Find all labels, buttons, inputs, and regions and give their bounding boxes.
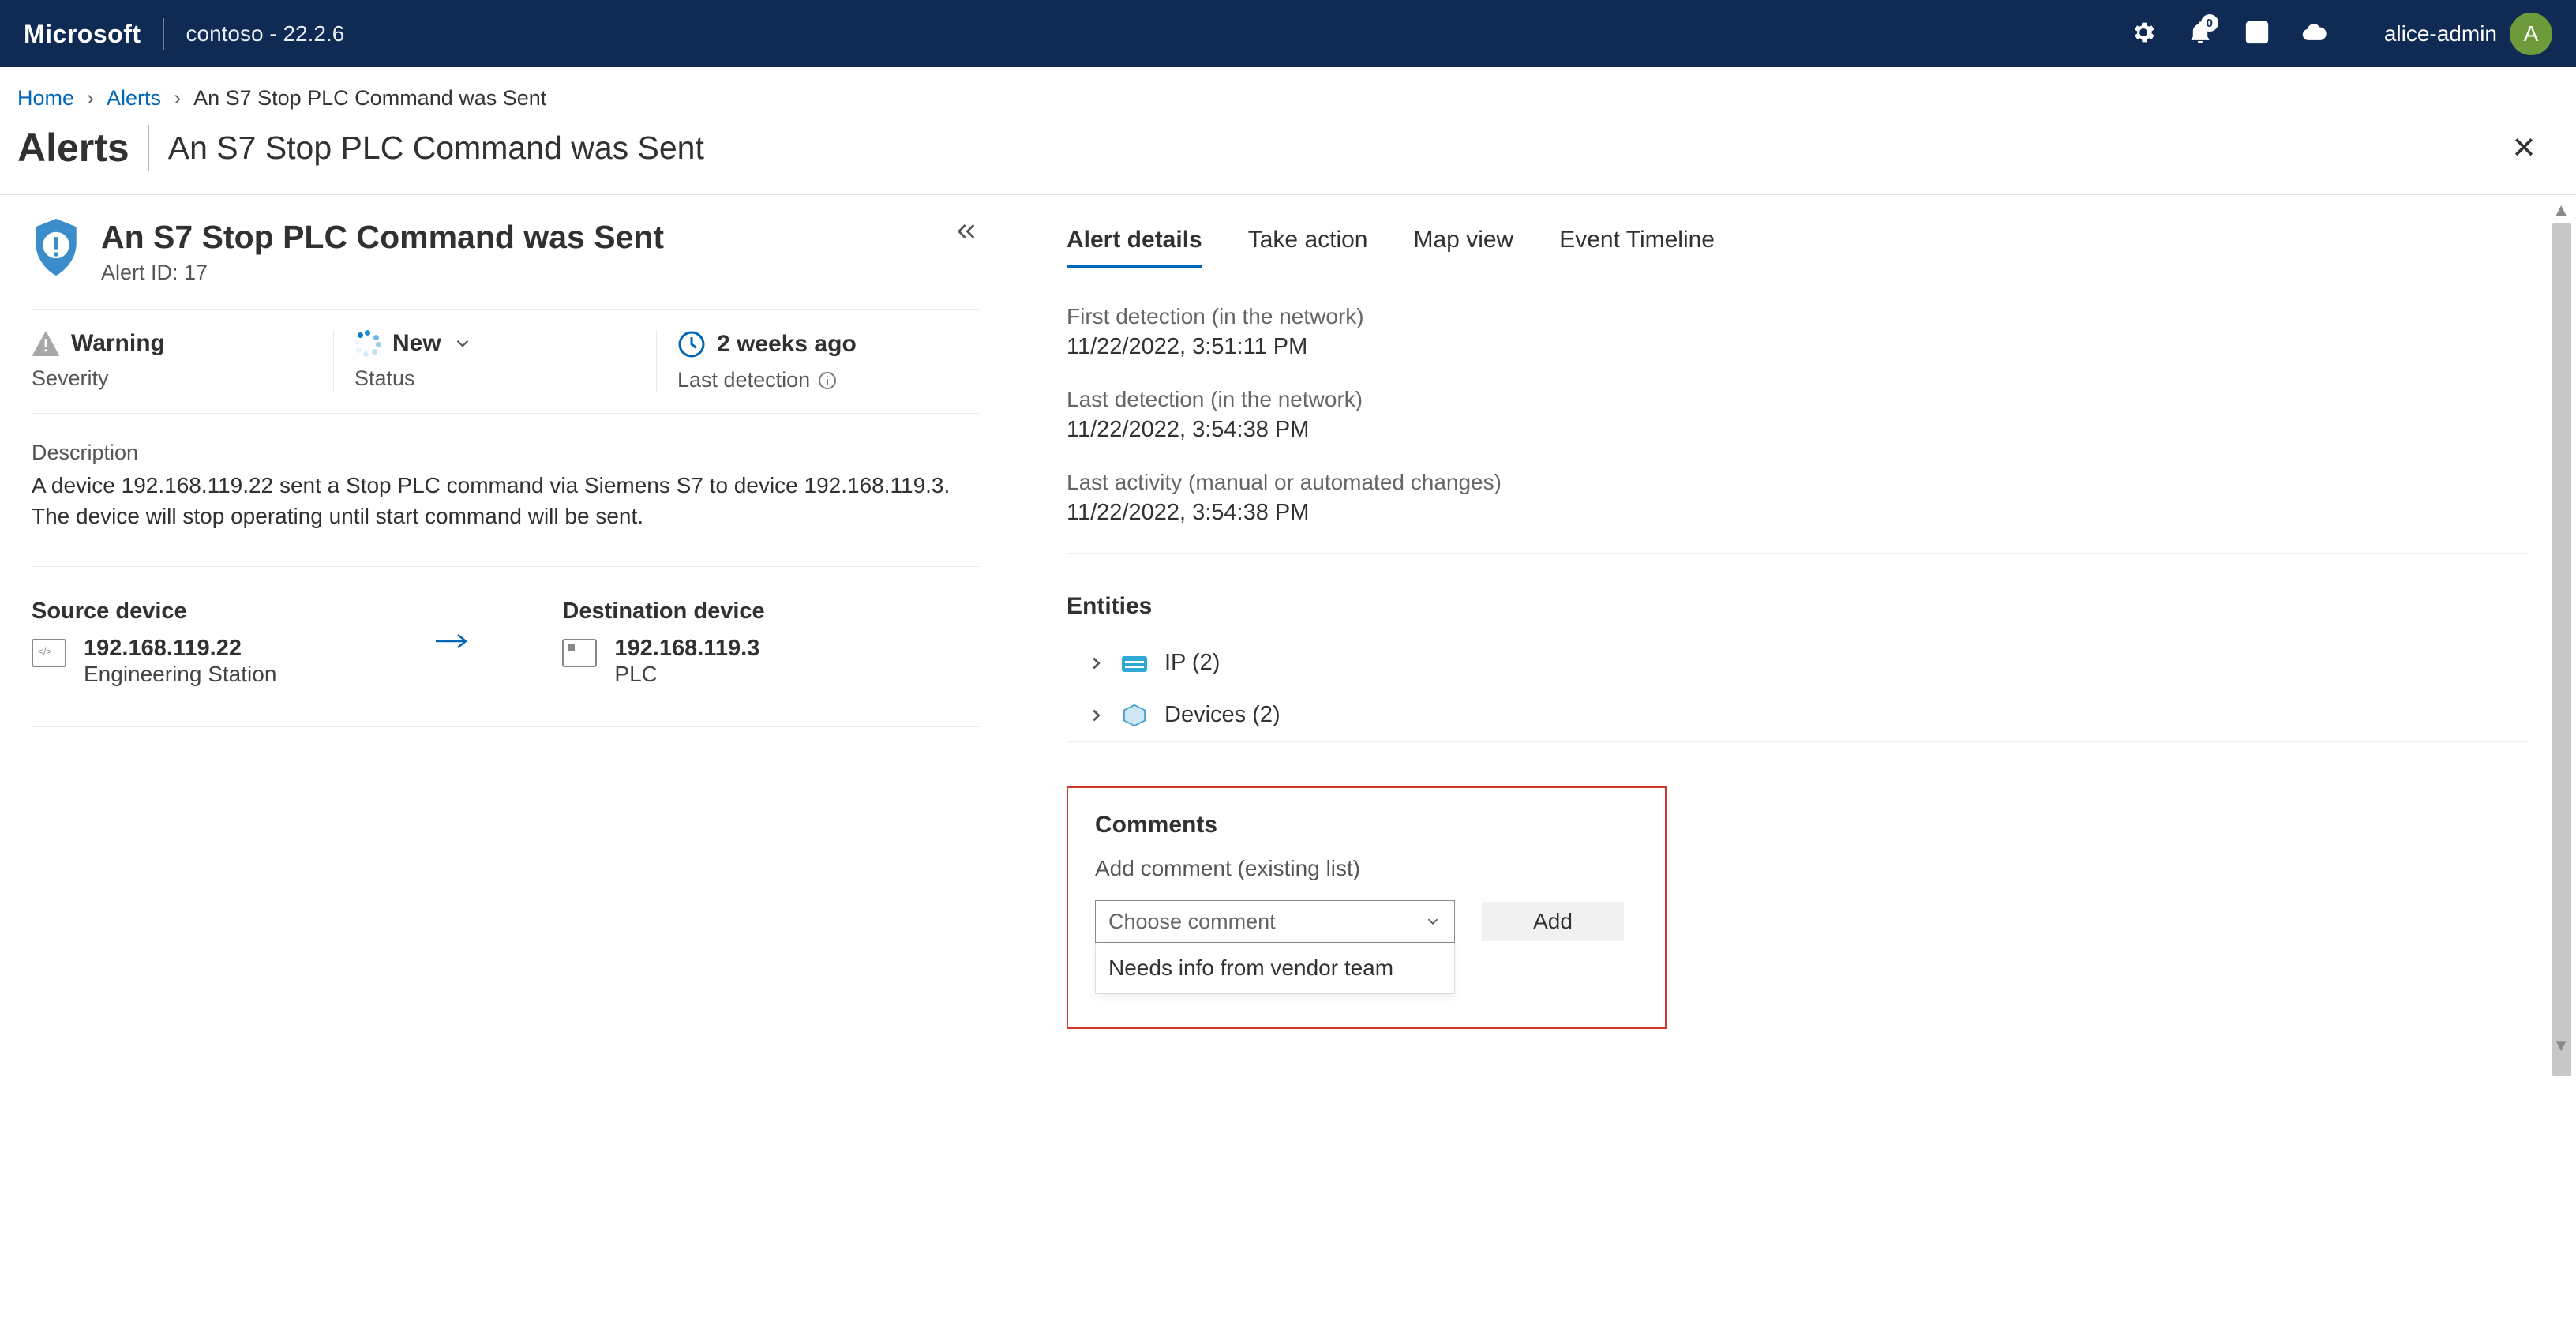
page-title: Alerts bbox=[17, 125, 149, 171]
chevron-right-icon bbox=[1087, 655, 1104, 672]
add-comment-label: Add comment (existing list) bbox=[1095, 856, 1638, 881]
chevron-down-icon bbox=[1424, 913, 1442, 930]
breadcrumb-home[interactable]: Home bbox=[17, 86, 74, 111]
page-subtitle: An S7 Stop PLC Command was Sent bbox=[168, 129, 704, 167]
status-label: Status bbox=[354, 366, 636, 391]
first-detection-label: First detection (in the network) bbox=[1067, 304, 2529, 329]
collapse-left-icon[interactable] bbox=[954, 219, 979, 246]
comment-option[interactable]: Needs info from vendor team bbox=[1095, 943, 1455, 994]
first-detection-value: 11/22/2022, 3:51:11 PM bbox=[1067, 334, 2529, 360]
plc-icon bbox=[562, 639, 597, 667]
last-detection-label: Last detection (in the network) bbox=[1067, 387, 2529, 412]
right-pane: ▲ ▼ Alert details Take action Map view E… bbox=[1011, 195, 2576, 1060]
last-detection-value: 2 weeks ago bbox=[717, 331, 857, 358]
tab-alert-details[interactable]: Alert details bbox=[1067, 227, 1202, 268]
entity-ip-row[interactable]: IP (2) bbox=[1067, 637, 2529, 689]
tab-list: Alert details Take action Map view Event… bbox=[1067, 227, 2529, 269]
chevron-down-icon[interactable] bbox=[452, 333, 473, 354]
last-detection-value: 11/22/2022, 3:54:38 PM bbox=[1067, 417, 2529, 443]
chevron-right-icon bbox=[1087, 707, 1104, 724]
clock-icon bbox=[677, 330, 706, 358]
breadcrumb: Home › Alerts › An S7 Stop PLC Command w… bbox=[0, 67, 2576, 125]
scroll-down-icon[interactable]: ▼ bbox=[2552, 1035, 2570, 1056]
topbar: Microsoft contoso - 22.2.6 0 alice-admin… bbox=[0, 0, 2576, 67]
tab-event-timeline[interactable]: Event Timeline bbox=[1559, 227, 1715, 268]
alert-id: Alert ID: 17 bbox=[101, 261, 664, 285]
avatar[interactable]: A bbox=[2510, 13, 2552, 55]
comment-placeholder: Choose comment bbox=[1108, 910, 1276, 934]
comment-combobox[interactable]: Choose comment bbox=[1095, 900, 1455, 943]
destination-device-heading: Destination device bbox=[562, 599, 764, 625]
scroll-up-icon[interactable]: ▲ bbox=[2552, 200, 2570, 220]
user-name[interactable]: alice-admin bbox=[2384, 21, 2497, 47]
chevron-right-icon: › bbox=[87, 86, 94, 111]
tab-take-action[interactable]: Take action bbox=[1248, 227, 1368, 268]
comments-heading: Comments bbox=[1095, 812, 1638, 839]
alert-title: An S7 Stop PLC Command was Sent bbox=[101, 219, 664, 256]
scrollbar-thumb[interactable] bbox=[2552, 223, 2571, 1076]
last-activity-value: 11/22/2022, 3:54:38 PM bbox=[1067, 500, 2529, 526]
entity-ip-label: IP (2) bbox=[1164, 650, 1220, 676]
entities-heading: Entities bbox=[1067, 593, 2529, 620]
spinner-icon bbox=[354, 330, 381, 357]
close-icon[interactable]: ✕ bbox=[2511, 130, 2537, 166]
description-label: Description bbox=[32, 441, 979, 465]
entity-devices-row[interactable]: Devices (2) bbox=[1067, 689, 2529, 741]
destination-device-type: PLC bbox=[614, 662, 759, 687]
left-pane: An S7 Stop PLC Command was Sent Alert ID… bbox=[0, 195, 1011, 1060]
tenant-label: contoso - 22.2.6 bbox=[164, 21, 345, 47]
engineering-station-icon: </> bbox=[32, 639, 66, 667]
destination-device-ip[interactable]: 192.168.119.3 bbox=[614, 636, 759, 662]
info-icon[interactable] bbox=[818, 371, 837, 390]
last-activity-label: Last activity (manual or automated chang… bbox=[1067, 470, 2529, 495]
add-comment-button[interactable]: Add bbox=[1482, 902, 1624, 941]
cloud-icon[interactable] bbox=[2300, 19, 2327, 48]
tab-map-view[interactable]: Map view bbox=[1414, 227, 1514, 268]
notifications-icon[interactable]: 0 bbox=[2187, 19, 2214, 48]
devices-icon bbox=[1120, 704, 1149, 727]
arrow-right-icon bbox=[434, 630, 467, 655]
settings-icon[interactable] bbox=[2130, 19, 2157, 48]
guide-icon[interactable] bbox=[2244, 19, 2270, 48]
source-device-heading: Source device bbox=[32, 599, 276, 625]
description-text: A device 192.168.119.22 sent a Stop PLC … bbox=[32, 470, 963, 531]
notification-count-badge: 0 bbox=[2201, 14, 2218, 32]
ip-icon bbox=[1120, 651, 1149, 675]
warning-icon bbox=[32, 331, 60, 356]
chevron-right-icon: › bbox=[174, 86, 181, 111]
source-device-type: Engineering Station bbox=[84, 662, 276, 687]
breadcrumb-alerts[interactable]: Alerts bbox=[107, 86, 161, 111]
severity-value: Warning bbox=[71, 330, 165, 357]
shield-icon bbox=[32, 219, 81, 276]
status-value: New bbox=[392, 330, 441, 357]
comments-section: Comments Add comment (existing list) Cho… bbox=[1067, 786, 1667, 1029]
entity-devices-label: Devices (2) bbox=[1164, 702, 1281, 728]
breadcrumb-current: An S7 Stop PLC Command was Sent bbox=[193, 86, 546, 111]
last-detection-label: Last detection bbox=[677, 368, 810, 392]
brand-logo: Microsoft bbox=[24, 18, 164, 50]
severity-label: Severity bbox=[32, 366, 313, 391]
source-device-ip[interactable]: 192.168.119.22 bbox=[84, 636, 276, 662]
